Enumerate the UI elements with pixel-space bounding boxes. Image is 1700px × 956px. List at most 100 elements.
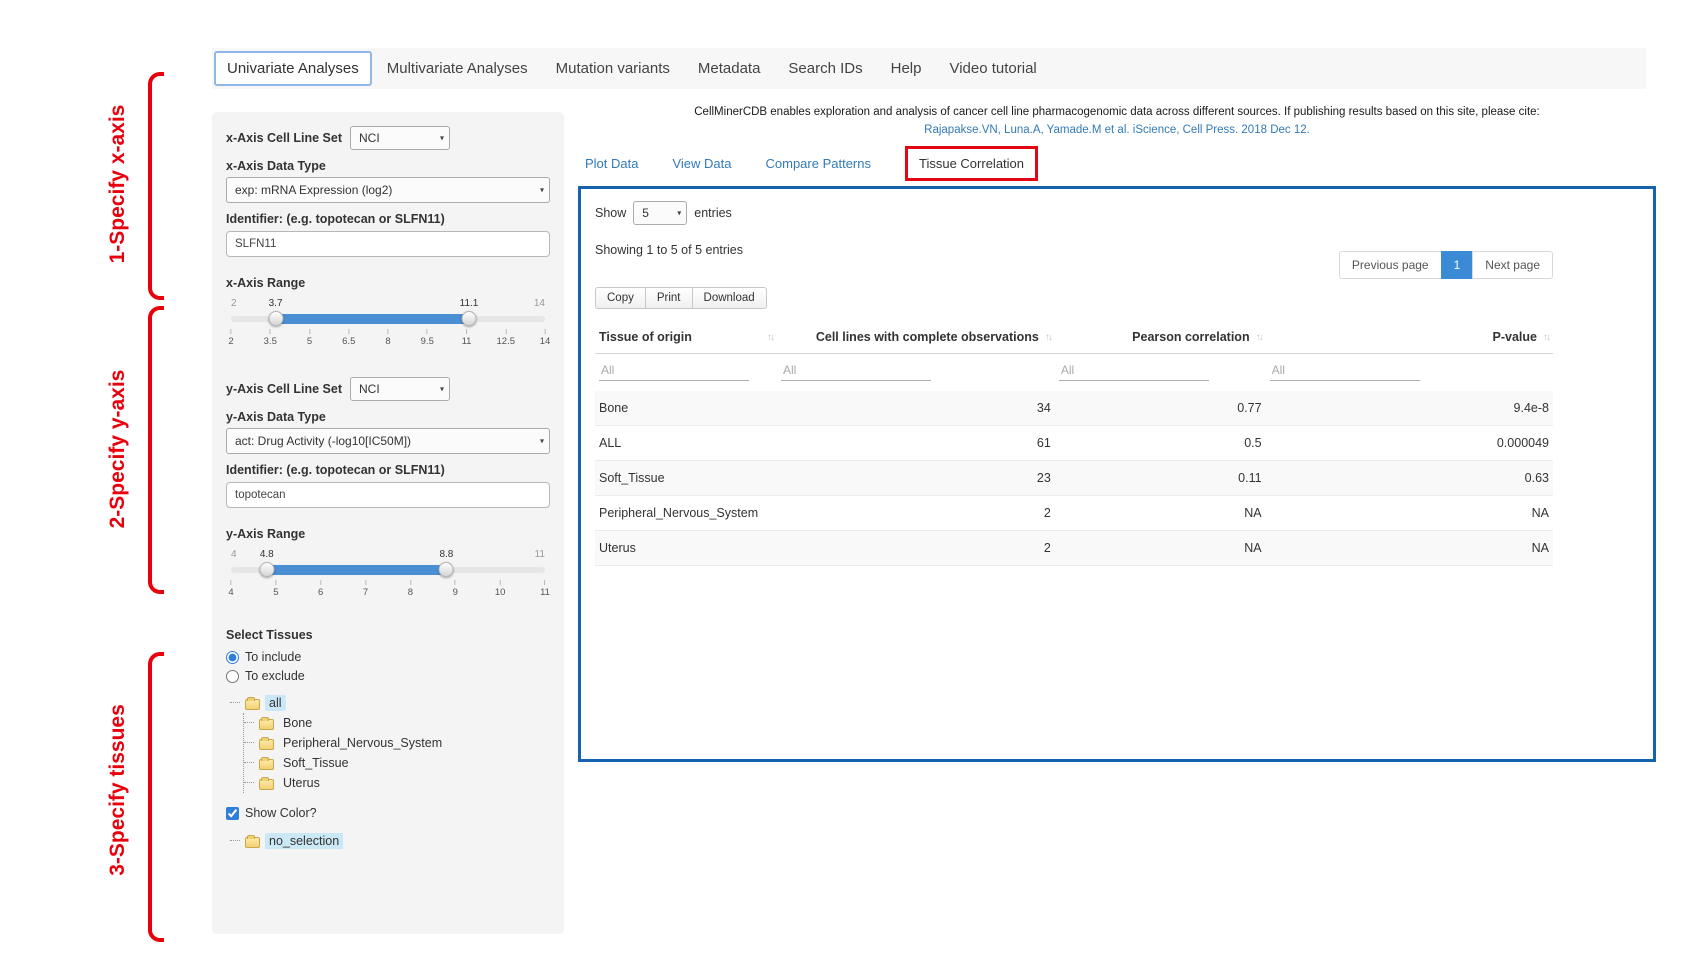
- tree-item-all[interactable]: all: [230, 693, 550, 713]
- tab-video-tutorial[interactable]: Video tutorial: [936, 52, 1049, 85]
- filter-p-value-input[interactable]: [1270, 360, 1420, 381]
- tab-mutation-variants[interactable]: Mutation variants: [543, 52, 683, 85]
- tab-metadata[interactable]: Metadata: [685, 52, 774, 85]
- citation-link[interactable]: Rajapakse.VN, Luna.A, Yamade.M et al. iS…: [578, 122, 1656, 140]
- table-row[interactable]: Soft_Tissue 23 0.11 0.63: [595, 461, 1553, 496]
- slider-tick-label: 4: [228, 580, 233, 598]
- tab-plot-data[interactable]: Plot Data: [585, 156, 638, 171]
- slider-to-label: 11.1: [460, 298, 479, 309]
- tree-item-peripheral-nervous-system[interactable]: Peripheral_Nervous_System: [244, 733, 550, 753]
- show-color-row[interactable]: Show Color?: [226, 806, 550, 820]
- column-header-tissue-of-origin[interactable]: Tissue of origin ↑↓: [595, 321, 777, 354]
- y-data-type-select[interactable]: act: Drug Activity (-log10[IC50M]): [226, 428, 550, 454]
- slider-handle-high[interactable]: [462, 311, 477, 326]
- tree-item-uterus[interactable]: Uterus: [244, 773, 550, 793]
- header-row: Tissue of origin ↑↓ Cell lines with comp…: [595, 321, 1553, 354]
- x-data-type-select[interactable]: exp: mRNA Expression (log2): [226, 177, 550, 203]
- annotation-specify-tissues: 3-Specify tissues: [106, 680, 130, 900]
- tissue-correlation-table: Tissue of origin ↑↓ Cell lines with comp…: [595, 321, 1553, 566]
- tab-help[interactable]: Help: [878, 52, 935, 85]
- exclude-radio-label: To exclude: [245, 669, 305, 683]
- page-1-button[interactable]: 1: [1441, 251, 1474, 279]
- sort-icon: ↑↓: [767, 332, 773, 343]
- slider-range-bar: [267, 565, 447, 575]
- annotation-bracket-tissues: [148, 652, 164, 942]
- table-row[interactable]: Bone 34 0.77 9.4e-8: [595, 391, 1553, 426]
- cell-lines-cell: 61: [777, 426, 1055, 461]
- include-radio[interactable]: [226, 651, 239, 664]
- pearson-cell: 0.5: [1055, 426, 1266, 461]
- y-identifier-input[interactable]: [226, 482, 550, 508]
- slider-tick-label: 11: [462, 329, 472, 347]
- column-label: Tissue of origin: [599, 330, 692, 344]
- annotation-bracket-y-axis: [148, 306, 164, 594]
- previous-page-button[interactable]: Previous page: [1339, 251, 1442, 279]
- p-value-cell: 9.4e-8: [1266, 391, 1553, 426]
- table-row[interactable]: ALL 61 0.5 0.000049: [595, 426, 1553, 461]
- pearson-cell: 0.77: [1055, 391, 1266, 426]
- table-row[interactable]: Peripheral_Nervous_System 2 NA NA: [595, 496, 1553, 531]
- tab-multivariate-analyses[interactable]: Multivariate Analyses: [374, 52, 541, 85]
- x-identifier-input[interactable]: [226, 231, 550, 257]
- slider-tick-label: 14: [540, 329, 551, 347]
- tab-search-ids[interactable]: Search IDs: [775, 52, 875, 85]
- download-button[interactable]: Download: [692, 287, 767, 309]
- cell-lines-cell: 34: [777, 391, 1055, 426]
- citation-text: CellMinerCDB enables exploration and ana…: [578, 104, 1656, 122]
- tissues-exclude-radio-row[interactable]: To exclude: [226, 669, 550, 683]
- column-header-pearson-correlation[interactable]: Pearson correlation ↑↓: [1055, 321, 1266, 354]
- slider-tick-label: 2: [228, 329, 233, 347]
- slider-from-label: 3.7: [269, 298, 283, 309]
- page-length-select[interactable]: 5: [633, 201, 687, 225]
- slider-min-label: 4: [231, 549, 237, 560]
- tree-item-soft-tissue[interactable]: Soft_Tissue: [244, 753, 550, 773]
- slider-handle-low[interactable]: [259, 562, 274, 577]
- y-range-slider[interactable]: 4 4.8 8.8 11 4 5 6 7 8 9 10 11: [231, 549, 545, 602]
- tissue-cell: Peripheral_Nervous_System: [595, 496, 777, 531]
- exclude-radio[interactable]: [226, 670, 239, 683]
- tissue-correlation-panel: Show 5 ▾ entries Showing 1 to 5 of 5 ent…: [578, 186, 1656, 762]
- column-header-cell-lines[interactable]: Cell lines with complete observations ↑↓: [777, 321, 1055, 354]
- filter-pearson-input[interactable]: [1059, 360, 1209, 381]
- slider-handle-low[interactable]: [268, 311, 283, 326]
- column-header-p-value[interactable]: P-value ↑↓: [1266, 321, 1553, 354]
- annotation-specify-y-axis: 2-Specify y-axis: [106, 339, 130, 559]
- x-cell-line-set-select[interactable]: NCI: [350, 126, 450, 150]
- sort-icon: ↑↓: [1256, 332, 1262, 343]
- tree-item-bone[interactable]: Bone: [244, 713, 550, 733]
- tab-view-data[interactable]: View Data: [672, 156, 731, 171]
- slider-handle-high[interactable]: [439, 562, 454, 577]
- tab-tissue-correlation[interactable]: Tissue Correlation: [905, 146, 1038, 181]
- print-button[interactable]: Print: [645, 287, 693, 309]
- pearson-cell: NA: [1055, 496, 1266, 531]
- y-cell-line-set-select[interactable]: NCI: [350, 377, 450, 401]
- tissue-tree: all Bone Peripheral_Nervous_System Soft_…: [230, 693, 550, 793]
- top-nav: Univariate Analyses Multivariate Analyse…: [212, 48, 1646, 89]
- slider-track[interactable]: [231, 316, 545, 322]
- slider-to-label: 8.8: [439, 549, 453, 560]
- y-data-type-label: y-Axis Data Type: [226, 410, 550, 424]
- tissues-include-radio-row[interactable]: To include: [226, 650, 550, 664]
- folder-icon: [259, 739, 274, 750]
- filter-cell-lines-input[interactable]: [781, 360, 931, 381]
- citation-block: CellMinerCDB enables exploration and ana…: [578, 104, 1656, 140]
- show-color-checkbox[interactable]: [226, 807, 239, 820]
- pearson-cell: 0.11: [1055, 461, 1266, 496]
- table-row[interactable]: Uterus 2 NA NA: [595, 531, 1553, 566]
- slider-tick-label: 5: [273, 580, 278, 598]
- tab-compare-patterns[interactable]: Compare Patterns: [766, 156, 872, 171]
- control-sidebar: x-Axis Cell Line Set NCI ▾ x-Axis Data T…: [212, 112, 564, 934]
- p-value-cell: 0.63: [1266, 461, 1553, 496]
- folder-icon: [259, 779, 274, 790]
- filter-tissue-input[interactable]: [599, 360, 749, 381]
- slider-track[interactable]: [231, 567, 545, 573]
- copy-button[interactable]: Copy: [595, 287, 646, 309]
- x-range-slider[interactable]: 2 3.7 11.1 14 2 3.5 5 6.5 8 9.5 11 12.5 …: [231, 298, 545, 351]
- tree-item-no-selection[interactable]: no_selection: [230, 831, 550, 851]
- cell-lines-cell: 23: [777, 461, 1055, 496]
- tree-item-label: Soft_Tissue: [279, 755, 353, 771]
- annotation-specify-x-axis: 1-Specify x-axis: [106, 74, 130, 294]
- tab-univariate-analyses[interactable]: Univariate Analyses: [214, 51, 372, 86]
- next-page-button[interactable]: Next page: [1472, 251, 1553, 279]
- p-value-cell: NA: [1266, 496, 1553, 531]
